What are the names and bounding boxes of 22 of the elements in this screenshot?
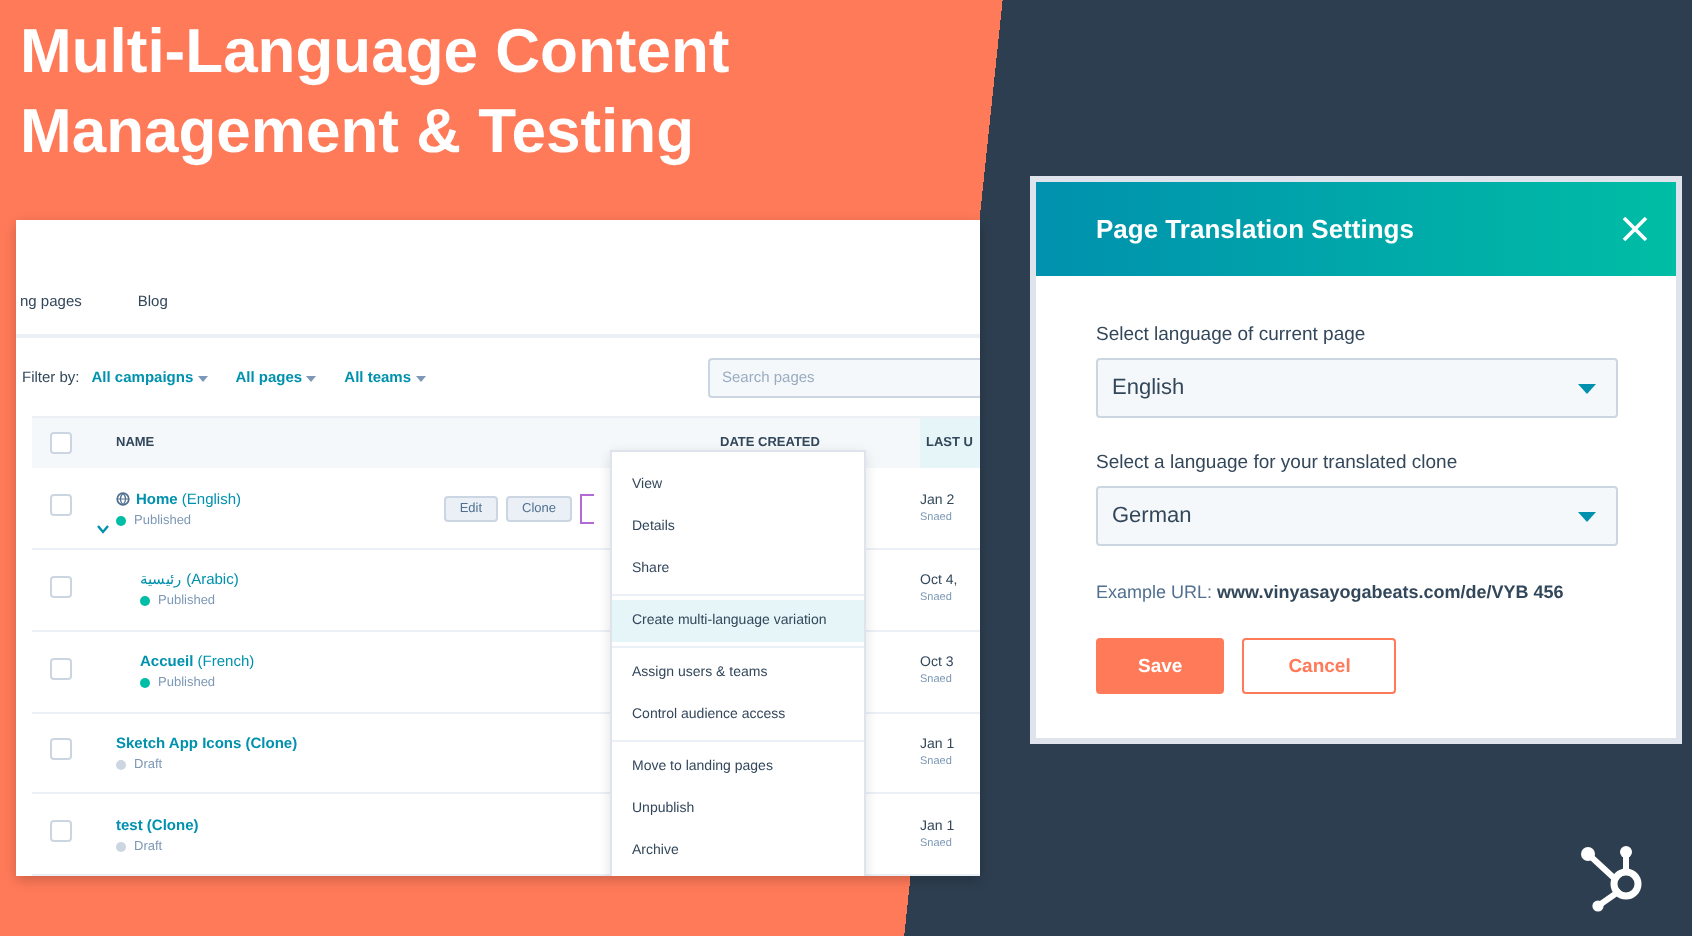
example-url: Example URL: www.vinyasayogabeats.com/de/VYB 456	[1096, 582, 1566, 602]
caret-icon	[1578, 383, 1596, 393]
dialog-title: Page Translation Settings	[1096, 214, 1414, 244]
row-checkbox[interactable]	[50, 657, 72, 680]
language-select[interactable]: English	[1096, 358, 1618, 418]
field-label: Select a language for your translated clone	[1096, 452, 1460, 474]
field-label: Select language of current page	[1096, 324, 1368, 346]
row-checkbox[interactable]	[50, 494, 72, 517]
language-select[interactable]: German	[1096, 486, 1618, 546]
caret-icon	[306, 376, 317, 383]
headline: Multi-Language Content Management & Testing	[20, 14, 732, 170]
row-checkbox[interactable]	[50, 738, 72, 761]
row-checkbox[interactable]	[50, 820, 72, 843]
caret-icon	[1578, 511, 1596, 521]
close-icon[interactable]	[1622, 216, 1648, 242]
select-all-checkbox[interactable]	[50, 432, 72, 455]
chevron-icon[interactable]	[96, 523, 110, 534]
more-button[interactable]	[580, 493, 594, 524]
caret-icon	[415, 376, 426, 383]
caret-icon	[197, 376, 208, 383]
row-checkbox[interactable]	[50, 575, 72, 598]
globe-icon	[116, 491, 130, 506]
